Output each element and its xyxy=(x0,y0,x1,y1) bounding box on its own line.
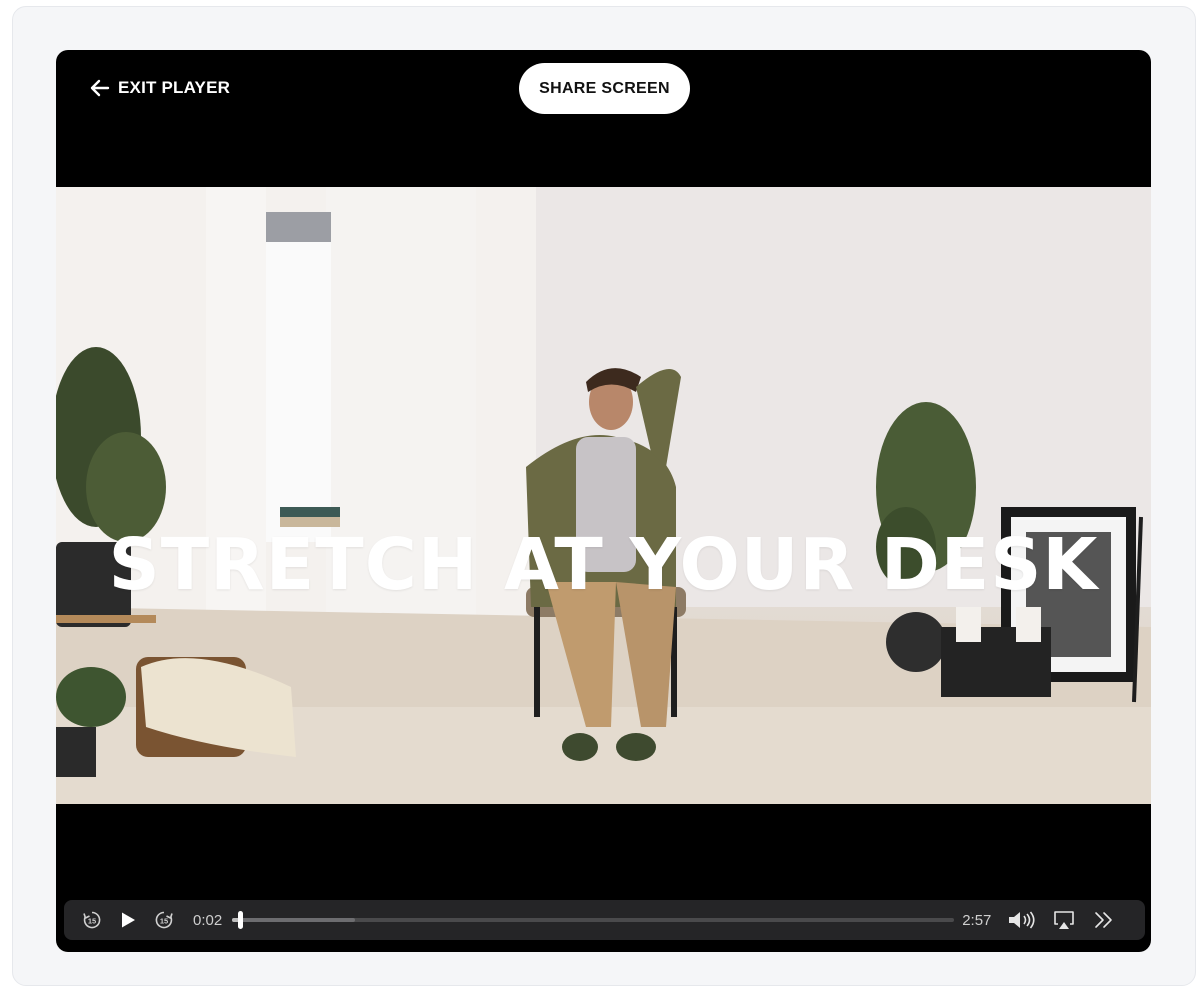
chevrons-right-icon xyxy=(1095,912,1113,928)
airplay-icon xyxy=(1054,911,1075,929)
exit-player-button[interactable]: EXIT PLAYER xyxy=(90,78,230,98)
duration-time: 2:57 xyxy=(962,911,992,929)
volume-button[interactable] xyxy=(1007,905,1037,935)
arrow-left-icon xyxy=(90,79,110,97)
share-screen-button[interactable]: SHARE SCREEN xyxy=(519,63,690,114)
play-icon xyxy=(122,912,135,928)
seek-bar[interactable] xyxy=(232,910,955,930)
exit-player-label: EXIT PLAYER xyxy=(118,78,231,97)
forward-15-button[interactable]: 15 xyxy=(149,905,179,935)
rewind-15-icon: 15 xyxy=(83,911,101,929)
volume-icon xyxy=(1009,911,1035,929)
forward-15-icon: 15 xyxy=(155,911,173,929)
video-scene-image xyxy=(56,187,1151,804)
video-frame[interactable]: STRETCH AT YOUR DESK xyxy=(56,187,1151,804)
seek-buffered xyxy=(232,918,355,922)
rewind-15-button[interactable]: 15 xyxy=(77,905,107,935)
playback-speed-button[interactable] xyxy=(1089,905,1119,935)
current-time: 0:02 xyxy=(193,911,223,929)
rewind-seconds-label: 15 xyxy=(88,917,96,926)
forward-seconds-label: 15 xyxy=(160,917,168,926)
player-controls: 15 15 0:02 2:57 xyxy=(64,900,1145,940)
video-player: EXIT PLAYER SHARE SCREEN STRETCH AT YOUR… xyxy=(56,50,1151,952)
seek-handle[interactable] xyxy=(238,911,244,929)
play-button[interactable] xyxy=(113,905,143,935)
airplay-button[interactable] xyxy=(1049,905,1079,935)
video-title-overlay: STRETCH AT YOUR DESK xyxy=(108,523,1099,606)
